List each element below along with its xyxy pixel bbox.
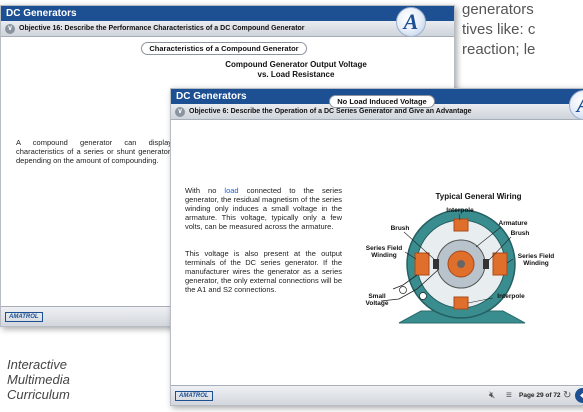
- label-series-field-right: Series Field Winding: [511, 253, 561, 267]
- armature-shaft: [457, 260, 465, 268]
- background-text: generators tives like: c reaction; le: [462, 0, 583, 60]
- terminal-1: [399, 286, 407, 294]
- leader-line: [488, 236, 512, 261]
- generator-base: [398, 310, 526, 324]
- footer-bar: AMATROL 🔇︎ ≡ Page 29 of 72 ↻: [171, 385, 583, 405]
- lesson-window-front: DC Generators ∨ Objective 6: Describe th…: [170, 88, 583, 406]
- caption-line: Curriculum: [7, 387, 70, 402]
- paragraph-1-start: With no: [185, 186, 225, 195]
- leader-line: [475, 226, 502, 248]
- section-title: Characteristics of a Compound Generator: [141, 42, 307, 55]
- brush-left: [433, 259, 439, 269]
- caption-line: Multimedia: [7, 372, 70, 387]
- field-pole-right: [492, 252, 508, 276]
- objective-text: Objective 6: Describe the Operation of a…: [189, 108, 472, 115]
- label-armature: Armature: [498, 220, 528, 227]
- label-series-field-left: Series Field Winding: [361, 245, 407, 259]
- amatrol-logo: AMATROL: [175, 391, 213, 401]
- paragraph-1: With no load connected to the series gen…: [185, 186, 342, 231]
- label-line: Series Field: [517, 253, 555, 260]
- amatrol-a-logo-icon: A: [396, 7, 426, 37]
- previous-arrow-icon[interactable]: [575, 388, 583, 403]
- paragraph-2: This voltage is also present at the outp…: [185, 249, 342, 294]
- window-title: DC Generators: [1, 6, 454, 21]
- label-line: Winding: [523, 260, 549, 267]
- leader-line: [458, 213, 461, 221]
- interpole-bottom: [453, 296, 469, 310]
- label-line: Winding: [371, 252, 397, 259]
- body-text: A compound generator can display charact…: [16, 138, 172, 165]
- caption: Interactive Multimedia Curriculum: [7, 357, 70, 402]
- mute-icon[interactable]: 🔇︎: [489, 389, 495, 403]
- terminal-2: [419, 292, 427, 300]
- interpole-top: [453, 218, 469, 232]
- refresh-icon[interactable]: ↻: [563, 389, 571, 403]
- background-line: reaction; le: [462, 41, 536, 58]
- leader-line: [403, 231, 435, 260]
- stage: generators tives like: c reaction; le DC…: [0, 0, 583, 412]
- objective-bar[interactable]: ∨ Objective 16: Describe the Performance…: [1, 21, 454, 37]
- label-brush-left: Brush: [390, 225, 410, 232]
- armature-core: [447, 250, 475, 278]
- label-interpole-top: Interpole: [446, 207, 474, 214]
- load-link[interactable]: load: [224, 186, 238, 195]
- label-line: Series Field: [365, 245, 403, 252]
- leader-line: [467, 297, 494, 304]
- label-line: Voltage: [365, 300, 389, 307]
- amatrol-logo: AMATROL: [5, 312, 43, 322]
- chart-title-line: Compound Generator Output Voltage: [225, 60, 367, 69]
- brush-right: [483, 259, 489, 269]
- wiring-lead: [392, 274, 418, 290]
- background-line: tives like: c: [462, 21, 536, 38]
- label-brush-right: Brush: [510, 230, 530, 237]
- armature: [436, 239, 486, 289]
- page-info: Page 29 of 72: [519, 392, 561, 399]
- background-line: generators: [462, 1, 534, 18]
- label-interpole-bottom: Interpole: [497, 293, 525, 300]
- field-pole-left: [414, 252, 430, 276]
- chart-title: Compound Generator Output Voltage vs. Lo…: [191, 60, 401, 80]
- section-title: No Load Induced Voltage: [329, 95, 435, 108]
- chevron-down-icon[interactable]: ∨: [5, 24, 15, 34]
- chart-title-line: vs. Load Resistance: [257, 70, 335, 79]
- caption-line: Interactive: [7, 357, 67, 372]
- chevron-down-icon[interactable]: ∨: [175, 107, 185, 117]
- label-line: Small: [368, 293, 386, 300]
- menu-icon[interactable]: ≡: [506, 389, 512, 403]
- label-small-voltage: Small Voltage: [363, 293, 391, 307]
- objective-text: Objective 16: Describe the Performance C…: [19, 25, 305, 32]
- diagram-title: Typical General Wiring: [435, 192, 522, 201]
